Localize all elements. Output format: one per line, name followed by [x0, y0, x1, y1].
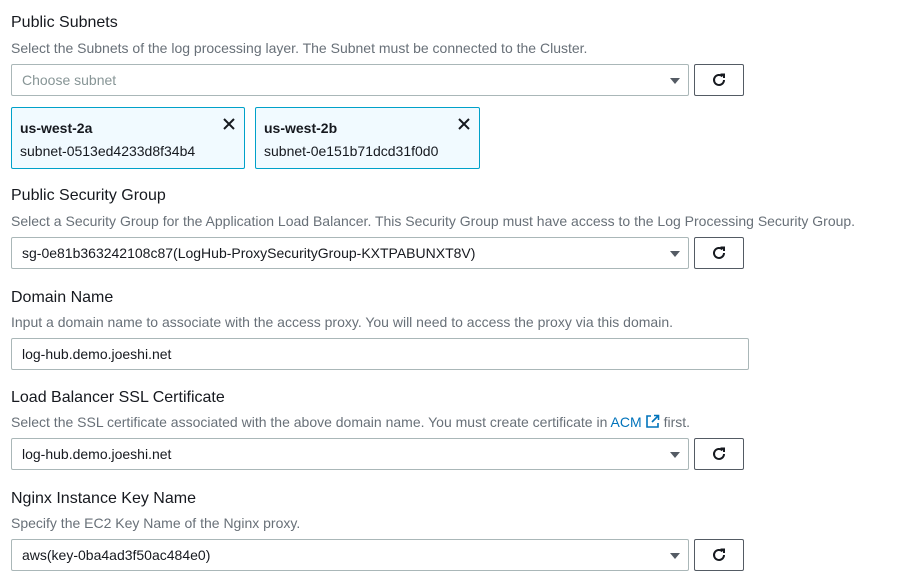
ssl-certificate-select[interactable]: log-hub.demo.joeshi.net [11, 438, 689, 470]
domain-name-input[interactable]: log-hub.demo.joeshi.net [11, 338, 749, 370]
security-group-refresh-button[interactable] [694, 237, 744, 269]
subnet-token-us-west-2b: us-west-2b subnet-0e151b71dcd31f0d0 [255, 107, 480, 169]
key-name-select[interactable]: aws(key-0ba4ad3f50ac484e0) [11, 539, 689, 571]
refresh-icon [713, 447, 725, 460]
close-icon[interactable] [222, 117, 236, 131]
ssl-certificate-refresh-button[interactable] [694, 438, 744, 470]
close-icon[interactable] [457, 117, 471, 131]
domain-name-description: Input a domain name to associate with th… [11, 314, 673, 330]
subnet-select-placeholder: Choose subnet [22, 72, 117, 88]
security-group-select[interactable]: sg-0e81b363242108c87(LogHub-ProxySecurit… [11, 237, 689, 269]
subnet-token-name: us-west-2a [20, 120, 93, 136]
ssl-certificate-description-text: Select the SSL certificate associated wi… [11, 414, 608, 430]
caret-down-icon [670, 452, 680, 458]
subnet-token-name: us-west-2b [264, 120, 338, 136]
refresh-icon [713, 73, 725, 86]
caret-down-icon [670, 251, 680, 257]
refresh-icon [713, 246, 725, 259]
public-subnets-label: Public Subnets [11, 14, 118, 31]
key-name-value: aws(key-0ba4ad3f50ac484e0) [22, 547, 211, 563]
security-group-description: Select a Security Group for the Applicat… [11, 213, 856, 229]
caret-down-icon [670, 78, 680, 84]
subnet-token-us-west-2a: us-west-2a subnet-0513ed4233d8f34b4 [11, 107, 245, 169]
security-group-label: Public Security Group [11, 187, 166, 204]
domain-name-label: Domain Name [11, 289, 114, 306]
ssl-certificate-value: log-hub.demo.joeshi.net [22, 446, 172, 462]
ssl-certificate-label: Load Balancer SSL Certificate [11, 389, 225, 406]
key-name-description: Specify the EC2 Key Name of the Nginx pr… [11, 515, 301, 531]
subnet-refresh-button[interactable] [694, 64, 744, 96]
subnet-token-id: subnet-0e151b71dcd31f0d0 [264, 143, 439, 159]
ssl-certificate-description: Select the SSL certificate associated wi… [11, 414, 690, 430]
key-name-refresh-button[interactable] [694, 539, 744, 571]
external-link-icon[interactable] [645, 414, 660, 429]
subnet-select[interactable]: Choose subnet [11, 64, 689, 96]
ssl-certificate-description-suffix: first. [663, 414, 691, 430]
key-name-label: Nginx Instance Key Name [11, 490, 196, 507]
caret-down-icon [670, 553, 680, 559]
refresh-icon [713, 548, 725, 561]
security-group-value: sg-0e81b363242108c87(LogHub-ProxySecurit… [22, 245, 476, 261]
subnet-token-id: subnet-0513ed4233d8f34b4 [20, 143, 196, 159]
public-subnets-description: Select the Subnets of the log processing… [11, 40, 588, 56]
acm-link[interactable]: ACM [611, 414, 642, 430]
